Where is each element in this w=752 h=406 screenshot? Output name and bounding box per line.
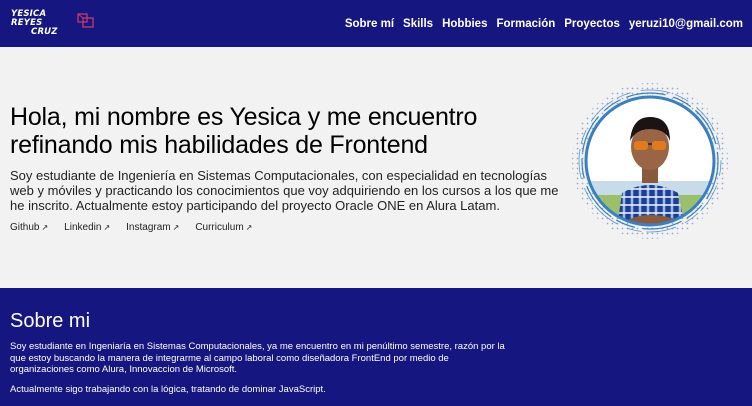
github-link-label: Github [10,222,40,233]
nav-sobre-mi[interactable]: Sobre mí [345,18,394,30]
nav-hobbies[interactable]: Hobbies [442,18,487,30]
logo-text: YESICA REYES CRUZ [11,8,79,37]
profile-photo [570,81,730,241]
nav-skills[interactable]: Skills [403,18,433,30]
social-links: Github ↗ Linkedin ↗ Instagram ↗ Curriculum ↗ [10,222,268,233]
about-paragraph-1: Soy estudiante en Ingeniaría en Sistemas… [10,341,505,375]
instagram-link-label: Instagram [126,222,171,233]
external-link-icon: ↗ [41,223,49,232]
main-nav: Sobre mí Skills Hobbies Formación Proyec… [345,18,743,30]
site-logo[interactable]: YESICA REYES CRUZ [11,9,95,39]
profile-avatar-illustration [572,83,728,239]
about-title: Sobre mi [10,310,91,332]
logo-line-2: CRUZ [31,26,58,37]
github-link[interactable]: Github ↗ [10,222,48,233]
about-section: Sobre mi Soy estudiante en Ingeniaría en… [0,288,752,406]
hero-title: Hola, mi nombre es Yesica y me encuentro… [10,103,478,159]
curriculum-link[interactable]: Curriculum ↗ [195,222,252,233]
logo-line-1: YESICA REYES [11,8,47,28]
logo-mark-icon [77,12,94,28]
nav-email[interactable]: yeruzi10@gmail.com [629,18,743,30]
about-paragraph-2: Actualmente sigo trabajando con la lógic… [10,384,326,395]
hero-description: Soy estudiante de Ingeniería en Sistemas… [10,168,559,213]
nav-formacion[interactable]: Formación [496,18,555,30]
curriculum-link-label: Curriculum [195,222,244,233]
site-header: YESICA REYES CRUZ Sobre mí Skills Hobbie… [0,0,752,47]
nav-proyectos[interactable]: Proyectos [564,18,620,30]
linkedin-link-label: Linkedin [64,222,102,233]
external-link-icon: ↗ [103,223,111,232]
hero-section: Hola, mi nombre es Yesica y me encuentro… [0,47,752,288]
external-link-icon: ↗ [245,223,253,232]
external-link-icon: ↗ [172,223,180,232]
linkedin-link[interactable]: Linkedin ↗ [64,222,110,233]
instagram-link[interactable]: Instagram ↗ [126,222,179,233]
